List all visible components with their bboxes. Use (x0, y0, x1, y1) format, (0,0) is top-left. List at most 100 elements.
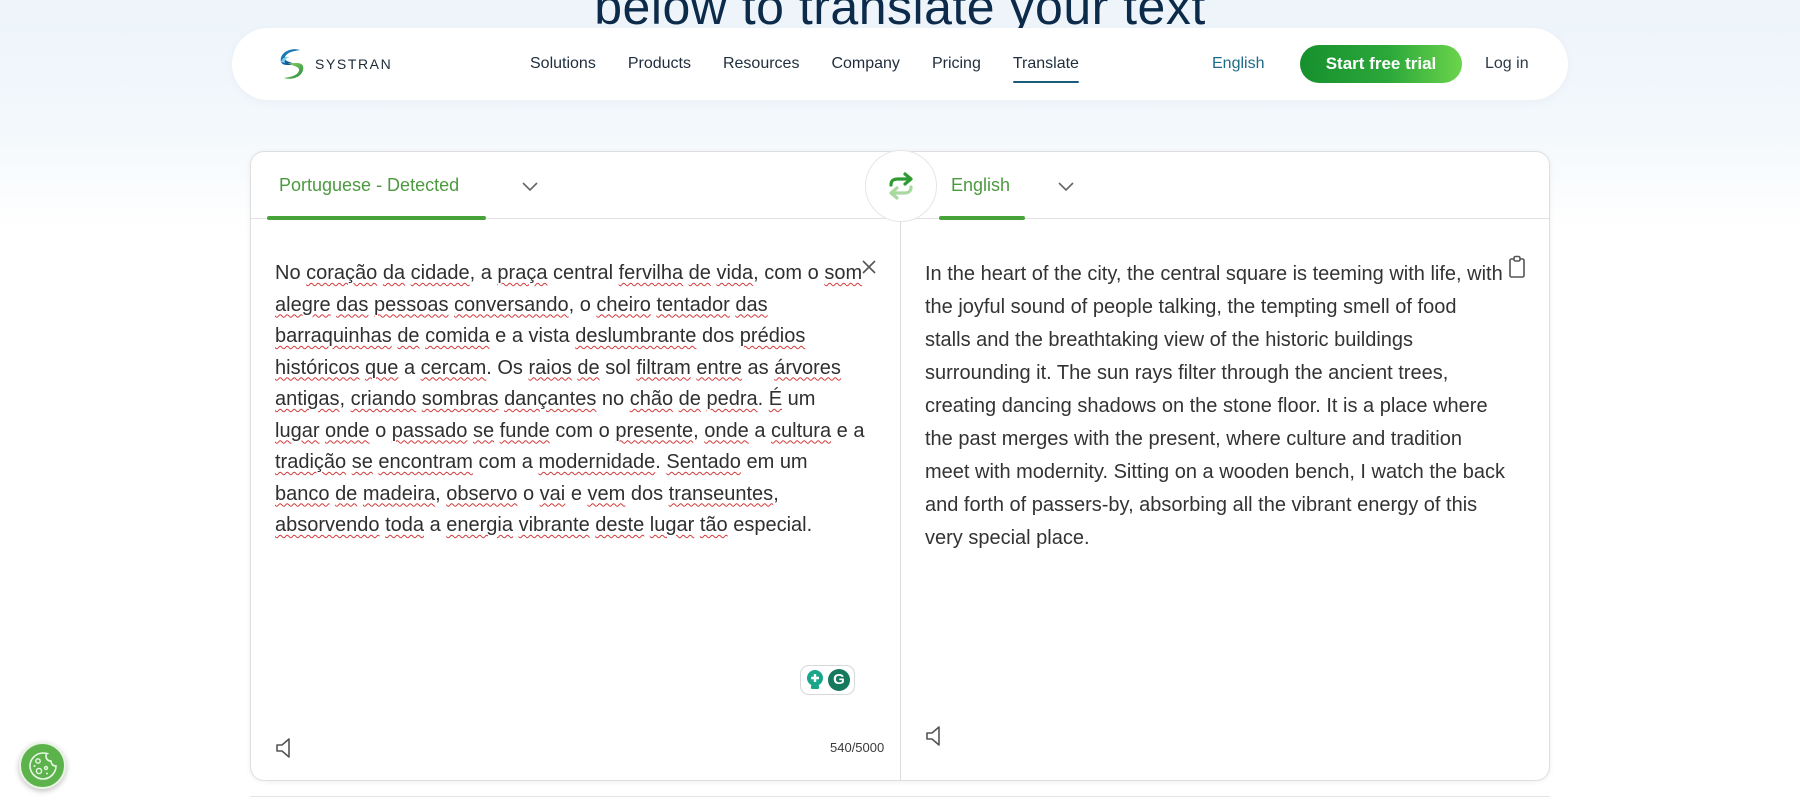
spellcheck-flagged-word: encontram (378, 451, 473, 473)
copy-clipboard-icon[interactable] (1508, 255, 1526, 279)
source-word: , o (568, 293, 591, 316)
grammarly-widget[interactable]: G (800, 665, 855, 695)
spellcheck-flagged-word: dançantes (504, 388, 597, 410)
spellcheck-flagged-word: entre (696, 356, 742, 379)
swap-languages-button[interactable] (865, 150, 937, 222)
language-bar: Portuguese - Detected English (251, 150, 1549, 222)
top-navbar: SYSTRAN Solutions Products Resources Com… (232, 28, 1568, 100)
source-word: a (754, 419, 766, 442)
spellcheck-flagged-word: onde (704, 419, 749, 442)
source-word: a (403, 356, 416, 379)
target-language-label: English (951, 175, 1011, 195)
source-tab-underline (267, 216, 486, 220)
spellcheck-flagged-word: chão (629, 388, 674, 410)
source-word: . (757, 388, 764, 410)
spellcheck-flagged-word: prédios (739, 325, 806, 347)
language-selector[interactable]: English (1212, 28, 1264, 100)
source-word: especial. (733, 514, 813, 536)
source-word: No (275, 262, 301, 284)
systran-logo-icon (280, 49, 304, 79)
nav-pricing[interactable]: Pricing (932, 28, 981, 100)
login-link[interactable]: Log in (1485, 28, 1529, 100)
spellcheck-flagged-word: lugar (275, 419, 320, 442)
target-language-chevron-down-icon[interactable] (1056, 176, 1076, 196)
source-word: com o (764, 262, 819, 284)
spellcheck-flagged-word: pessoas (373, 293, 449, 316)
spellcheck-flagged-word: alegre (275, 293, 331, 316)
source-word: um (787, 388, 816, 410)
spellcheck-flagged-word: cercam (420, 356, 487, 379)
source-language-label: Portuguese - Detected (279, 175, 460, 195)
target-language-tab[interactable]: English (939, 152, 1025, 220)
spellcheck-flagged-word: das (735, 293, 768, 316)
spellcheck-flagged-word: barraquinhas (275, 325, 392, 347)
clear-text-close-icon[interactable] (861, 259, 877, 275)
start-free-trial-button[interactable]: Start free trial (1300, 45, 1462, 83)
spellcheck-flagged-word: passado (391, 419, 468, 442)
source-word: . (655, 451, 661, 473)
lightbulb-icon (807, 670, 823, 689)
source-word: a (429, 514, 441, 536)
source-word: . Os (486, 356, 523, 379)
source-word: um (779, 451, 808, 473)
spellcheck-flagged-word: vem (587, 482, 626, 505)
spellcheck-flagged-word: É (768, 388, 783, 410)
source-word: e (570, 482, 582, 505)
character-count: 540/5000 (830, 740, 885, 755)
source-word: , (773, 482, 779, 505)
spellcheck-flagged-word: praça (497, 262, 548, 284)
spellcheck-flagged-word: de (577, 356, 600, 379)
source-word: no (601, 388, 625, 410)
spellcheck-flagged-word: conversando (454, 293, 569, 316)
brand-name: SYSTRAN (315, 56, 393, 72)
source-word: , a (469, 262, 492, 284)
spellcheck-flagged-word: sombras (421, 388, 499, 410)
spellcheck-flagged-word: se (351, 451, 373, 473)
source-word: central (553, 262, 614, 284)
source-word: sol (605, 356, 631, 379)
spellcheck-flagged-word: vida (716, 262, 754, 284)
source-word: o (375, 419, 387, 442)
spellcheck-flagged-word: tão (699, 514, 728, 536)
cookie-settings-button[interactable] (19, 742, 66, 789)
spellcheck-flagged-word: tentador (656, 293, 730, 316)
spellcheck-flagged-word: energia (446, 514, 513, 536)
spellcheck-flagged-word: absorvendo (275, 514, 380, 536)
target-speaker-icon[interactable] (925, 725, 943, 747)
panel-divider (900, 219, 901, 781)
spellcheck-flagged-word: deslumbrante (575, 325, 697, 347)
systran-logo[interactable]: SYSTRAN (276, 47, 392, 81)
source-word: dos (701, 325, 735, 347)
spellcheck-flagged-word: transeuntes (668, 482, 774, 505)
spellcheck-flagged-word: banco (275, 482, 330, 505)
nav-translate[interactable]: Translate (1012, 28, 1080, 100)
source-word: em (746, 451, 775, 473)
nav-products[interactable]: Products (628, 28, 691, 100)
source-language-tab[interactable]: Portuguese - Detected (267, 152, 486, 220)
target-tab-underline (939, 216, 1025, 220)
spellcheck-flagged-word: de (397, 325, 420, 347)
spellcheck-flagged-word: filtram (636, 356, 691, 379)
spellcheck-flagged-word: modernidade (538, 451, 656, 473)
spellcheck-flagged-word: históricos (275, 356, 360, 379)
spellcheck-flagged-word: pedra (706, 388, 758, 410)
source-word: com o (555, 419, 610, 442)
source-word: dos (630, 482, 664, 505)
spellcheck-flagged-word: comida (425, 325, 490, 347)
spellcheck-flagged-word: antigas (275, 388, 340, 410)
translated-text-output: In the heart of the city, the central sq… (925, 263, 1505, 549)
source-text-input[interactable]: No coração da cidade, a praça central fe… (275, 258, 865, 542)
source-word: , (753, 262, 759, 284)
source-speaker-icon[interactable] (275, 737, 293, 759)
source-word: , (339, 388, 346, 410)
spellcheck-flagged-word: onde (325, 419, 370, 442)
source-language-chevron-down-icon[interactable] (520, 176, 540, 196)
nav-solutions[interactable]: Solutions (530, 28, 596, 100)
nav-company[interactable]: Company (831, 28, 899, 100)
spellcheck-flagged-word: coração (306, 262, 378, 284)
spellcheck-flagged-word: toda (385, 514, 425, 536)
spellcheck-flagged-word: tradição (275, 451, 347, 473)
spellcheck-flagged-word: das (336, 293, 369, 316)
nav-resources[interactable]: Resources (723, 28, 799, 100)
swap-arrows-icon (889, 172, 913, 200)
